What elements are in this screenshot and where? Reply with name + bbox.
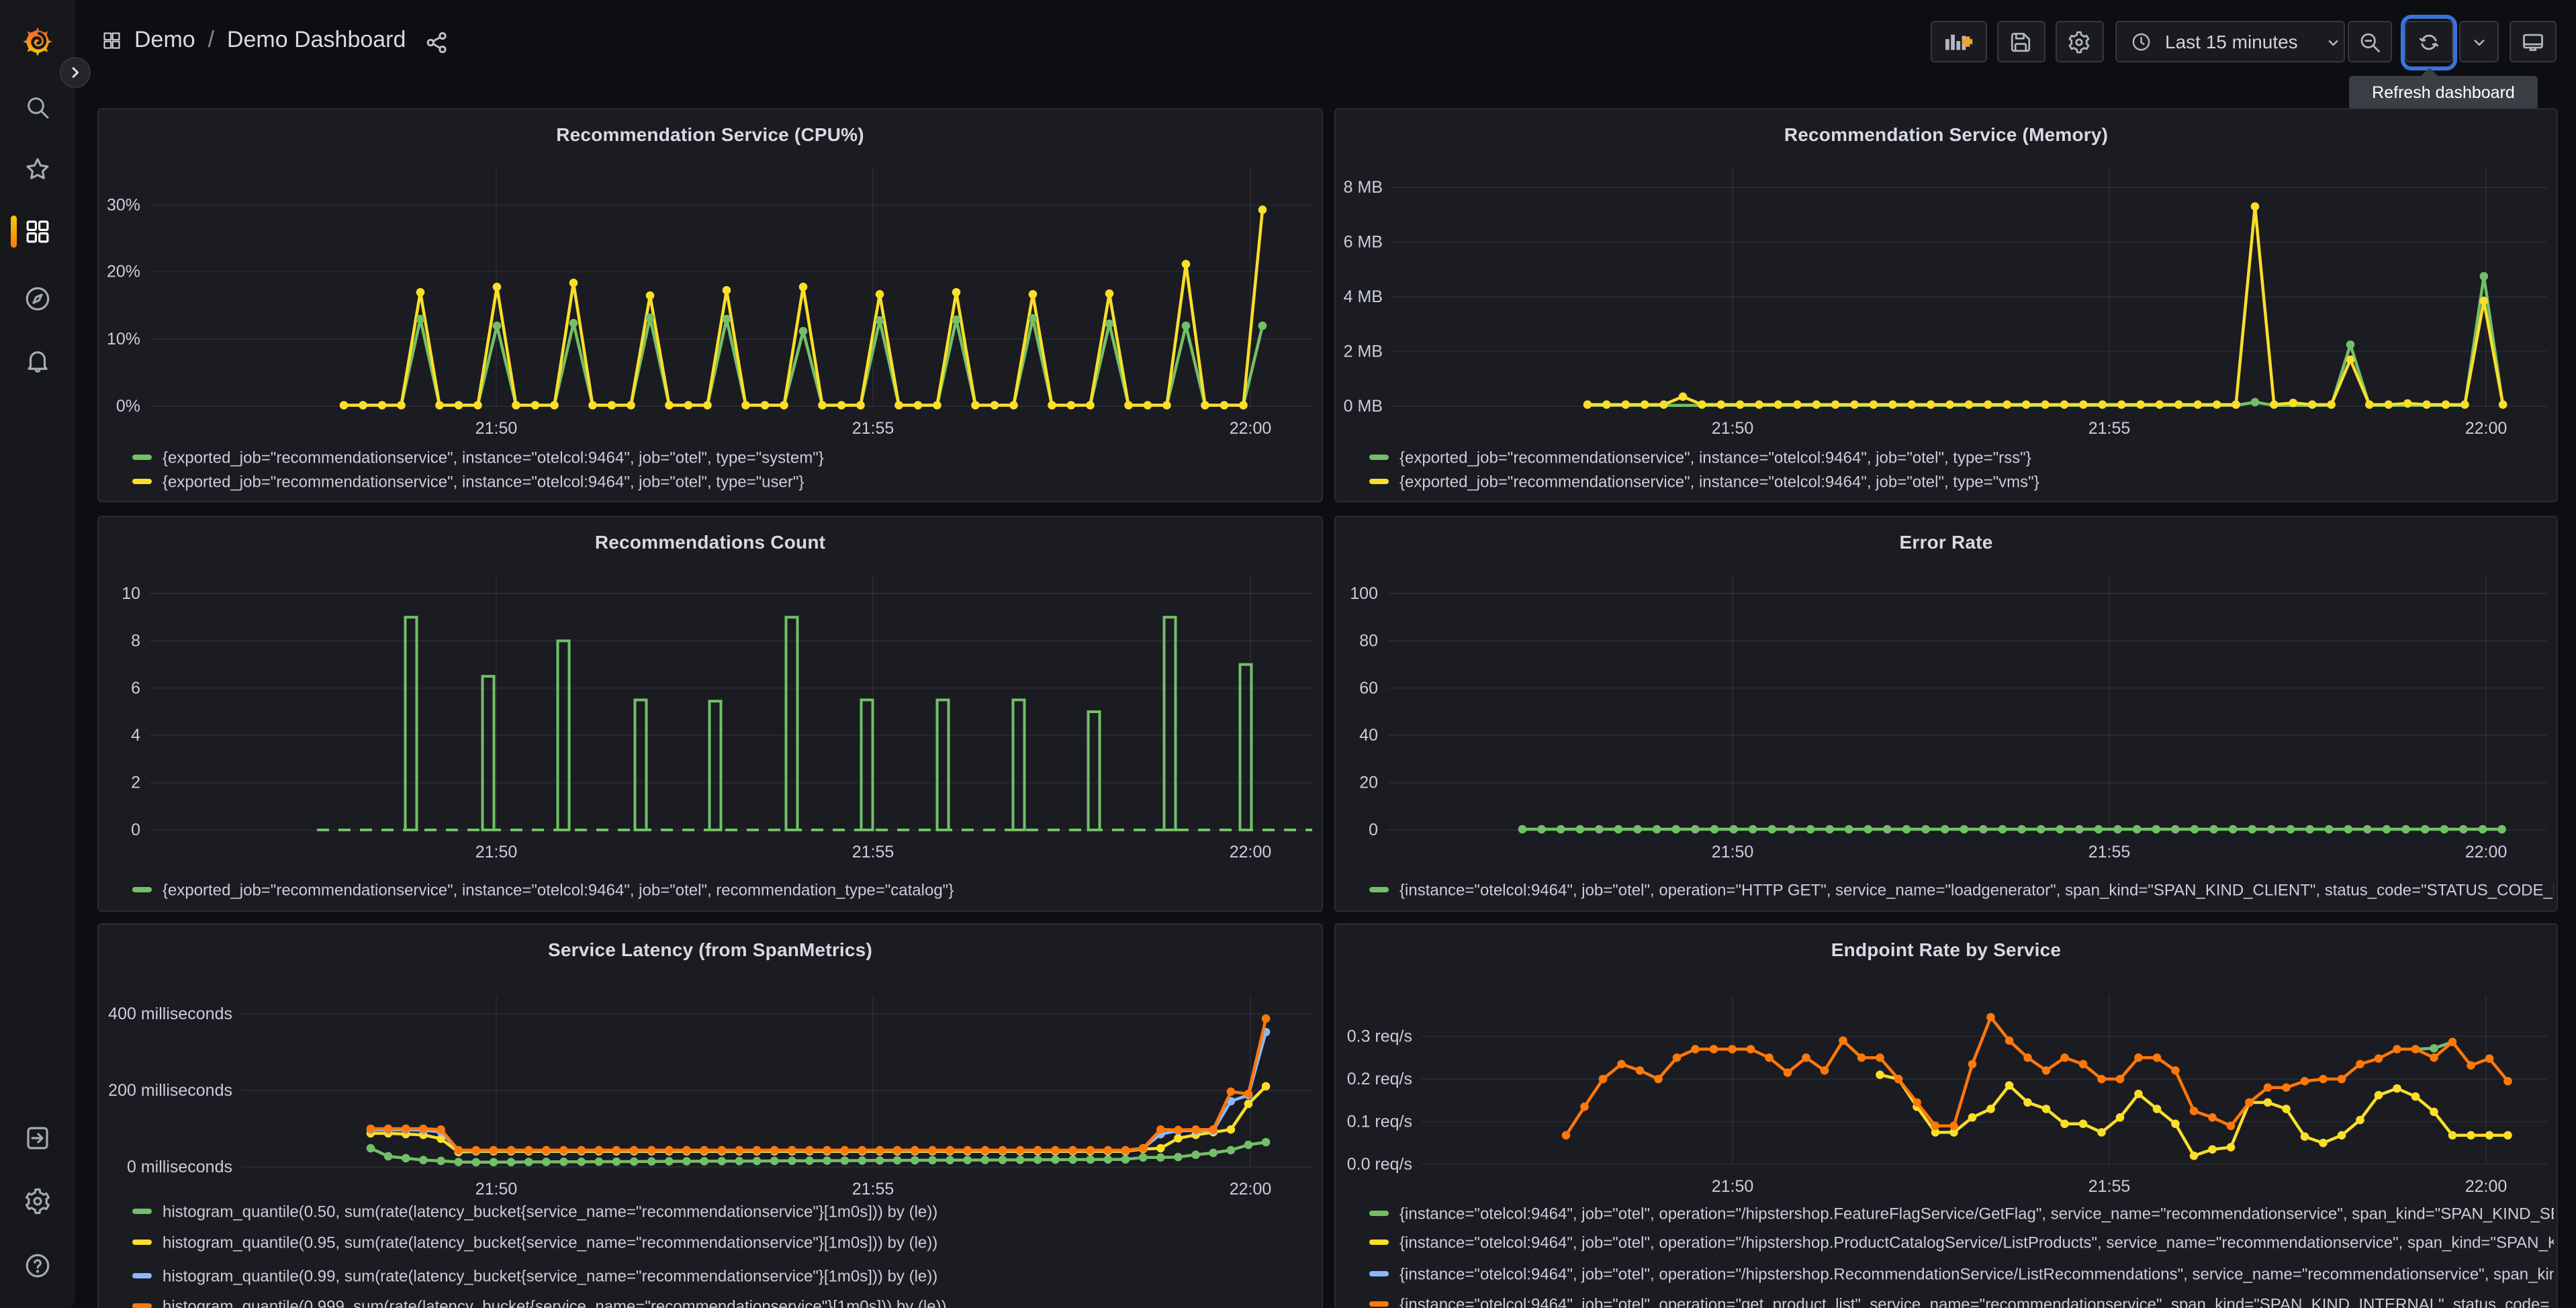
svg-text:0.0 req/s: 0.0 req/s [1347, 1155, 1412, 1174]
svg-text:8 MB: 8 MB [1344, 178, 1383, 197]
svg-text:6 MB: 6 MB [1344, 233, 1383, 252]
svg-text:2: 2 [131, 774, 140, 792]
svg-text:0 MB: 0 MB [1344, 397, 1383, 416]
svg-text:400 milliseconds: 400 milliseconds [108, 1005, 232, 1023]
svg-text:20: 20 [1359, 774, 1378, 792]
svg-text:8: 8 [131, 631, 140, 650]
svg-text:200 milliseconds: 200 milliseconds [108, 1081, 232, 1100]
svg-text:4: 4 [131, 726, 140, 745]
svg-text:21:55: 21:55 [852, 843, 894, 861]
svg-text:0: 0 [131, 821, 140, 839]
svg-text:22:00: 22:00 [1230, 1180, 1272, 1199]
svg-text:22:00: 22:00 [2465, 843, 2508, 861]
svg-text:0.1 req/s: 0.1 req/s [1347, 1113, 1412, 1131]
svg-text:0.3 req/s: 0.3 req/s [1347, 1027, 1412, 1046]
svg-text:22:00: 22:00 [2465, 419, 2508, 438]
svg-text:21:50: 21:50 [475, 843, 518, 861]
svg-text:4 MB: 4 MB [1344, 287, 1383, 306]
svg-text:21:50: 21:50 [475, 1180, 518, 1199]
svg-text:80: 80 [1359, 631, 1378, 650]
svg-text:21:55: 21:55 [852, 419, 894, 438]
svg-text:100: 100 [1350, 584, 1378, 603]
svg-text:21:55: 21:55 [2088, 419, 2131, 438]
svg-text:22:00: 22:00 [1230, 419, 1272, 438]
svg-text:22:00: 22:00 [1230, 843, 1272, 861]
svg-text:21:55: 21:55 [852, 1180, 894, 1199]
svg-text:40: 40 [1359, 726, 1378, 745]
svg-text:30%: 30% [107, 196, 140, 215]
svg-text:21:50: 21:50 [1712, 1177, 1754, 1196]
svg-text:2 MB: 2 MB [1344, 342, 1383, 361]
svg-text:20%: 20% [107, 263, 140, 281]
svg-text:10: 10 [122, 584, 140, 603]
svg-text:21:50: 21:50 [1712, 843, 1754, 861]
svg-text:21:50: 21:50 [1712, 419, 1754, 438]
svg-text:21:55: 21:55 [2088, 843, 2131, 861]
svg-text:10%: 10% [107, 330, 140, 348]
svg-text:21:50: 21:50 [475, 419, 518, 438]
svg-text:6: 6 [131, 679, 140, 698]
svg-text:0.2 req/s: 0.2 req/s [1347, 1070, 1412, 1088]
svg-text:22:00: 22:00 [2465, 1177, 2508, 1196]
svg-text:0: 0 [1369, 821, 1378, 839]
svg-text:0 milliseconds: 0 milliseconds [127, 1158, 232, 1176]
svg-text:0%: 0% [116, 397, 140, 416]
svg-text:60: 60 [1359, 679, 1378, 698]
svg-text:21:55: 21:55 [2088, 1177, 2131, 1196]
